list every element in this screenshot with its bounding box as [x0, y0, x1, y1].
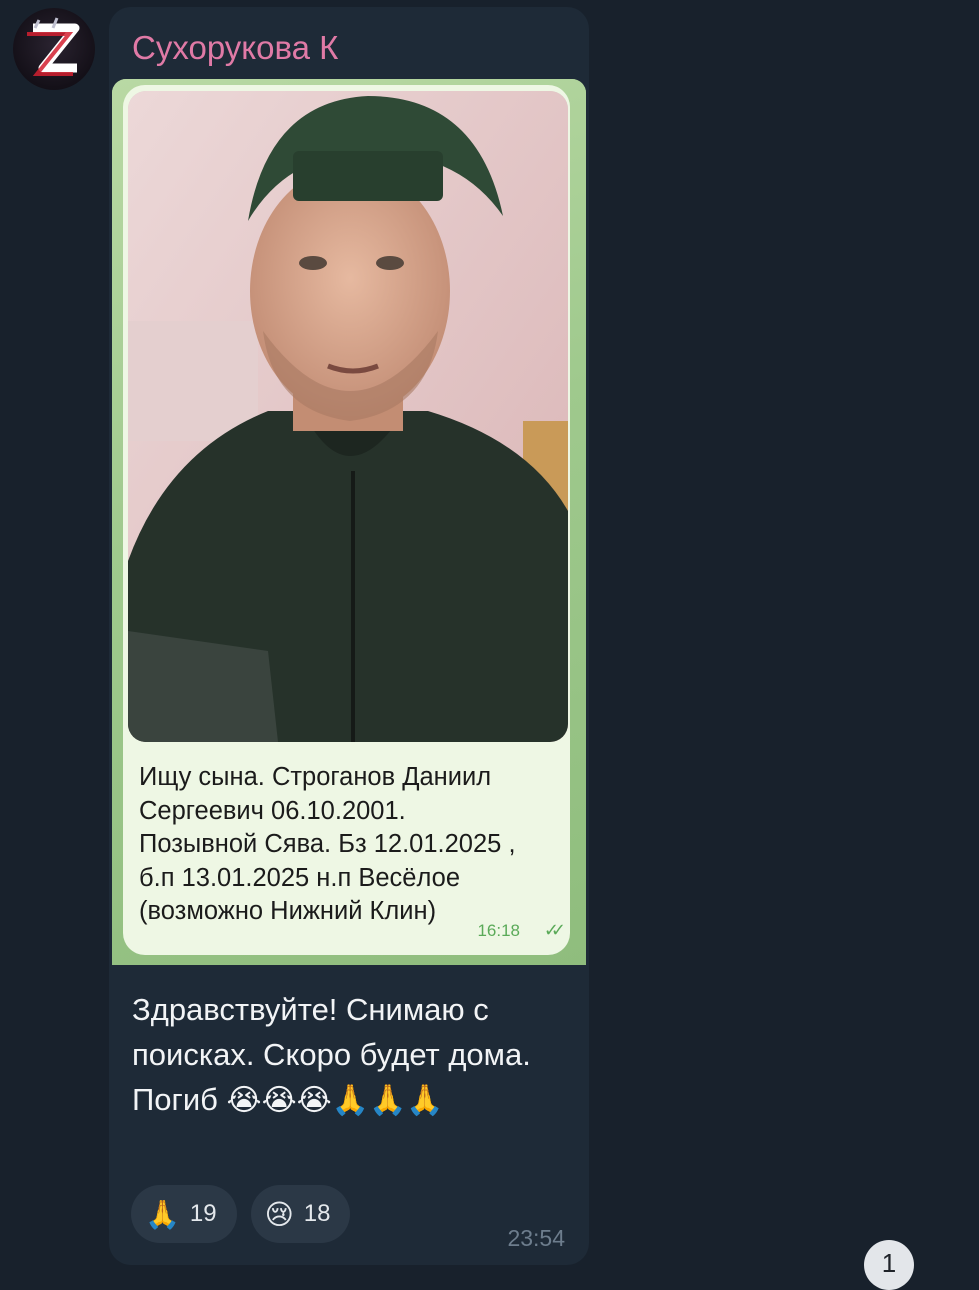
- reaction-pray[interactable]: 🙏 19: [131, 1185, 237, 1243]
- reaction-cry[interactable]: 😢 18: [250, 1185, 351, 1243]
- reaction-count: 19: [189, 1200, 217, 1227]
- double-check-icon: ✓✓: [543, 920, 566, 940]
- z-logo-icon: [27, 17, 80, 76]
- message-time: 23:54: [507, 1225, 565, 1251]
- forwarded-message-bubble: Ищу сына. Строганов Даниил Сергеевич 06.…: [123, 85, 570, 955]
- reactions-bar: 🙏 19 😢 18: [131, 1185, 351, 1243]
- photo-image[interactable]: [128, 91, 568, 742]
- crying-face-icon: 😢: [264, 1197, 294, 1231]
- pray-icon: 🙏: [145, 1197, 180, 1231]
- forwarded-message-time: 16:18: [477, 921, 520, 940]
- message-emojis: 😭😭😭🙏🙏🙏: [226, 1083, 444, 1118]
- reaction-count: 18: [303, 1200, 331, 1227]
- unread-count-badge[interactable]: 1: [864, 1240, 914, 1290]
- sender-name[interactable]: Сухорукова К: [132, 29, 338, 67]
- sender-avatar[interactable]: [13, 8, 95, 90]
- message-bubble[interactable]: Сухорукова К Ищу сына. Строганов Даниил …: [109, 7, 589, 1265]
- message-text: Здравствуйте! Снимаю с поисках. Скоро бу…: [132, 987, 572, 1123]
- forwarded-message-text: Ищу сына. Строганов Даниил Сергеевич 06.…: [139, 763, 516, 925]
- forwarded-screenshot[interactable]: Ищу сына. Строганов Даниил Сергеевич 06.…: [112, 79, 586, 965]
